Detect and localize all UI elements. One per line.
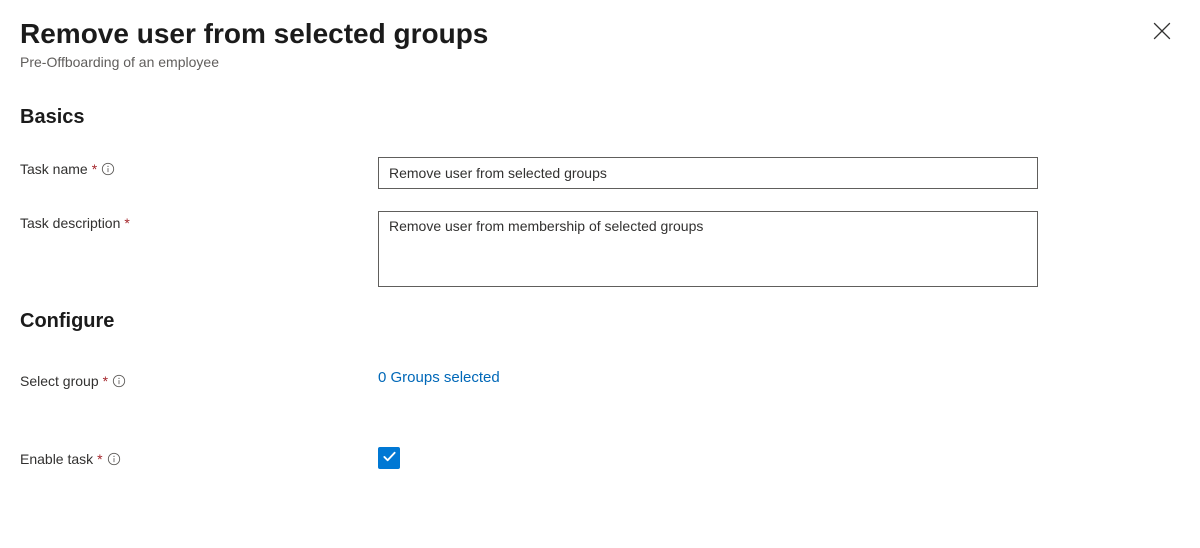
enable-task-label: Enable task * <box>20 447 378 467</box>
task-description-row: Task description * <box>20 211 1180 290</box>
task-name-label: Task name * <box>20 157 378 177</box>
enable-task-label-text: Enable task <box>20 451 93 467</box>
info-icon[interactable] <box>107 452 121 466</box>
info-icon[interactable] <box>112 374 126 388</box>
checkmark-icon <box>382 449 397 467</box>
task-name-label-text: Task name <box>20 161 88 177</box>
info-icon[interactable] <box>101 162 115 176</box>
enable-task-checkbox[interactable] <box>378 447 400 469</box>
panel-subtitle: Pre-Offboarding of an employee <box>20 54 1180 70</box>
task-name-input[interactable] <box>378 157 1038 189</box>
select-group-link[interactable]: 0 Groups selected <box>378 369 500 386</box>
enable-task-row: Enable task * <box>20 447 1180 469</box>
close-icon <box>1153 22 1171 43</box>
required-marker: * <box>103 373 108 389</box>
select-group-label-text: Select group <box>20 373 99 389</box>
select-group-label: Select group * <box>20 369 378 389</box>
required-marker: * <box>124 215 129 231</box>
panel-title: Remove user from selected groups <box>20 16 1180 52</box>
task-name-row: Task name * <box>20 157 1180 189</box>
section-basics-heading: Basics <box>20 106 1180 129</box>
task-description-label-text: Task description <box>20 215 120 231</box>
task-description-input[interactable] <box>378 211 1038 287</box>
section-configure-heading: Configure <box>20 310 1180 333</box>
task-description-label: Task description * <box>20 211 378 231</box>
required-marker: * <box>92 161 97 177</box>
select-group-row: Select group * 0 Groups selected <box>20 369 1180 389</box>
required-marker: * <box>97 451 102 467</box>
close-button[interactable] <box>1148 18 1176 46</box>
